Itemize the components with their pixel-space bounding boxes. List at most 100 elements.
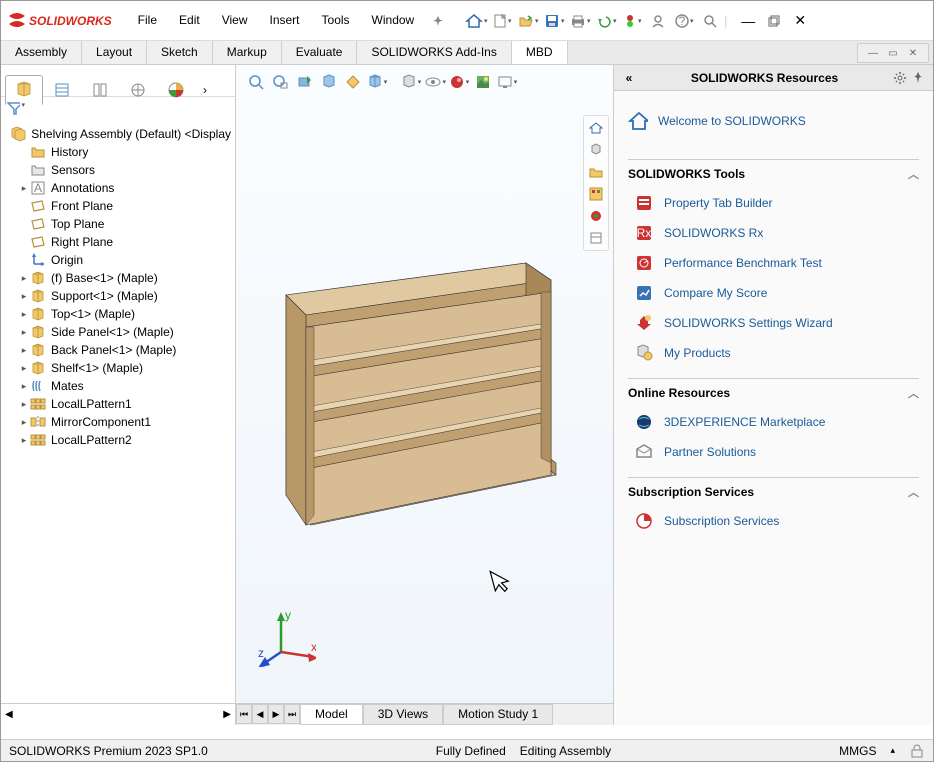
- tree-item[interactable]: ▸LocalLPattern1: [1, 395, 235, 413]
- welcome-link[interactable]: Welcome to SOLIDWORKS: [628, 101, 919, 149]
- resource-item[interactable]: 3DEXPERIENCE Marketplace: [628, 407, 919, 437]
- tab-sketch[interactable]: Sketch: [147, 41, 213, 64]
- tree-caret-icon[interactable]: ▸: [19, 435, 29, 446]
- side-palette-icon[interactable]: [586, 184, 606, 204]
- resource-item[interactable]: Performance Benchmark Test: [628, 248, 919, 278]
- close-window-icon[interactable]: ✕: [788, 9, 812, 33]
- orientation-icon[interactable]: ▾: [366, 71, 388, 93]
- panel-left-icon[interactable]: ◀: [5, 709, 13, 720]
- print-icon[interactable]: ▾: [568, 9, 592, 33]
- menu-file[interactable]: File: [128, 9, 167, 33]
- tree-item[interactable]: ▸(f) Base<1> (Maple): [1, 269, 235, 287]
- chevron-up-icon[interactable]: ︿: [908, 484, 919, 500]
- tree-root[interactable]: Shelving Assembly (Default) <Display: [1, 125, 235, 143]
- tree-caret-icon[interactable]: ▸: [19, 363, 29, 374]
- tree-item[interactable]: ▸Back Panel<1> (Maple): [1, 341, 235, 359]
- panel-gear-icon[interactable]: [891, 71, 909, 85]
- tab-nav-first-icon[interactable]: ⏮: [236, 704, 252, 724]
- minimize-window-icon[interactable]: —: [736, 9, 760, 33]
- status-lock-icon[interactable]: [909, 744, 925, 758]
- menu-tools[interactable]: Tools: [312, 9, 360, 33]
- tree-item[interactable]: History: [1, 143, 235, 161]
- zoom-area-icon[interactable]: [270, 71, 292, 93]
- help-icon[interactable]: ?▾: [672, 9, 696, 33]
- model-viewport-content[interactable]: [246, 245, 626, 555]
- pin-icon[interactable]: [426, 9, 450, 33]
- tree-item[interactable]: ▸LocalLPattern2: [1, 431, 235, 449]
- tree-item[interactable]: ▸MirrorComponent1: [1, 413, 235, 431]
- undo-icon[interactable]: ▾: [594, 9, 618, 33]
- tree-caret-icon[interactable]: ▸: [19, 183, 29, 194]
- side-home-icon[interactable]: [586, 118, 606, 138]
- panel-collapse-icon[interactable]: «: [620, 71, 638, 85]
- tree-item[interactable]: ▸Support<1> (Maple): [1, 287, 235, 305]
- resource-item[interactable]: Partner Solutions: [628, 437, 919, 467]
- user-icon[interactable]: [646, 9, 670, 33]
- tree-item[interactable]: Top Plane: [1, 215, 235, 233]
- tree-item[interactable]: ▸AAnnotations: [1, 179, 235, 197]
- scene-icon[interactable]: [472, 71, 494, 93]
- view-settings-icon[interactable]: ▾: [496, 71, 518, 93]
- tree-caret-icon[interactable]: ▸: [19, 399, 29, 410]
- new-icon[interactable]: ▾: [490, 9, 514, 33]
- tree-item[interactable]: Sensors: [1, 161, 235, 179]
- resource-item[interactable]: My Products: [628, 338, 919, 368]
- resource-item[interactable]: RxSOLIDWORKS Rx: [628, 218, 919, 248]
- panel-pin-icon[interactable]: [909, 71, 927, 85]
- tree-item[interactable]: Right Plane: [1, 233, 235, 251]
- hide-show-icon[interactable]: ▾: [424, 71, 446, 93]
- prev-view-icon[interactable]: [294, 71, 316, 93]
- tree-item[interactable]: ▸Side Panel<1> (Maple): [1, 323, 235, 341]
- tree-item[interactable]: Origin: [1, 251, 235, 269]
- tab-nav-prev-icon[interactable]: ◀: [252, 704, 268, 724]
- search-icon[interactable]: [698, 9, 722, 33]
- tree-caret-icon[interactable]: ▸: [19, 345, 29, 356]
- tree-caret-icon[interactable]: ▸: [19, 291, 29, 302]
- doc-close-icon[interactable]: ✕: [906, 46, 920, 60]
- tab-nav-next-icon[interactable]: ▶: [268, 704, 284, 724]
- tab-evaluate[interactable]: Evaluate: [282, 41, 358, 64]
- doc-minimize-icon[interactable]: —: [866, 46, 880, 60]
- tab-nav-last-icon[interactable]: ⏭: [284, 704, 300, 724]
- chevron-up-icon[interactable]: ︿: [908, 166, 919, 182]
- open-icon[interactable]: ▾: [516, 9, 540, 33]
- tree-caret-icon[interactable]: ▸: [19, 327, 29, 338]
- menu-edit[interactable]: Edit: [169, 9, 210, 33]
- filter-icon[interactable]: ▾: [7, 101, 25, 119]
- doc-restore-icon[interactable]: ▭: [886, 46, 900, 60]
- dynamic-annotation-icon[interactable]: [342, 71, 364, 93]
- zoom-fit-icon[interactable]: [246, 71, 268, 93]
- chevron-up-icon[interactable]: ︿: [908, 385, 919, 401]
- menu-window[interactable]: Window: [362, 9, 425, 33]
- tree-caret-icon[interactable]: ▸: [19, 417, 29, 428]
- panel-right-icon[interactable]: ▶: [223, 709, 231, 720]
- home-icon[interactable]: ▾: [464, 9, 488, 33]
- tree-caret-icon[interactable]: ▸: [19, 381, 29, 392]
- view-tab-3dviews[interactable]: 3D Views: [363, 704, 443, 725]
- orientation-triad[interactable]: y x z: [256, 607, 316, 667]
- tree-item[interactable]: Front Plane: [1, 197, 235, 215]
- display-style-icon[interactable]: ▾: [400, 71, 422, 93]
- view-tab-motion[interactable]: Motion Study 1: [443, 704, 553, 725]
- tab-assembly[interactable]: Assembly: [1, 41, 82, 64]
- rebuild-icon[interactable]: ▾: [620, 9, 644, 33]
- status-units[interactable]: MMGS: [839, 744, 876, 758]
- tab-mbd[interactable]: MBD: [512, 41, 568, 64]
- tree-item[interactable]: ▸Mates: [1, 377, 235, 395]
- side-folder-icon[interactable]: [586, 162, 606, 182]
- resource-item[interactable]: SOLIDWORKS Settings Wizard: [628, 308, 919, 338]
- resource-item[interactable]: Compare My Score: [628, 278, 919, 308]
- menu-insert[interactable]: Insert: [260, 9, 310, 33]
- view-tab-model[interactable]: Model: [300, 704, 363, 725]
- tab-layout[interactable]: Layout: [82, 41, 147, 64]
- restore-window-icon[interactable]: [762, 9, 786, 33]
- appearance-icon[interactable]: ▾: [448, 71, 470, 93]
- tree-caret-icon[interactable]: ▸: [19, 309, 29, 320]
- tab-markup[interactable]: Markup: [213, 41, 282, 64]
- resource-item[interactable]: Subscription Services: [628, 506, 919, 536]
- tree-item[interactable]: ▸Shelf<1> (Maple): [1, 359, 235, 377]
- save-icon[interactable]: ▾: [542, 9, 566, 33]
- status-units-arrow-icon[interactable]: ▴: [890, 745, 895, 756]
- side-cube-icon[interactable]: [586, 140, 606, 160]
- resource-item[interactable]: Property Tab Builder: [628, 188, 919, 218]
